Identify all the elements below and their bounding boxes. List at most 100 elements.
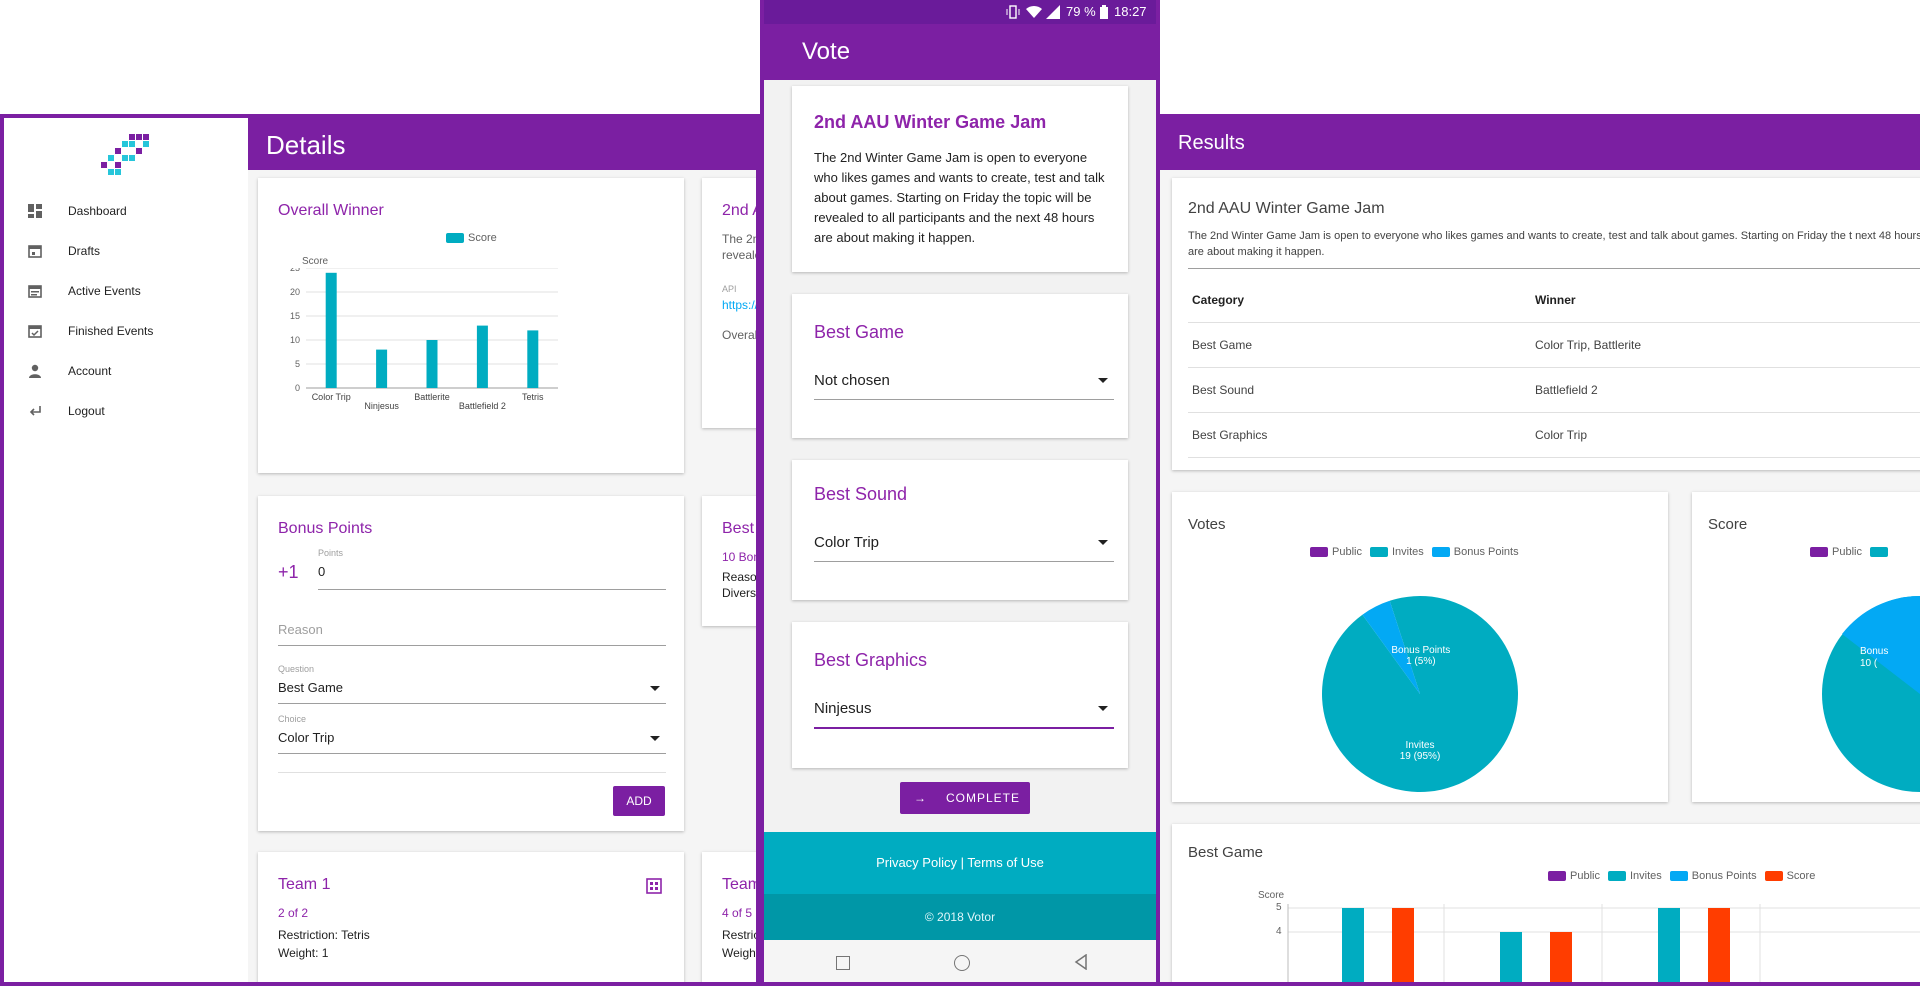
- bar[interactable]: [325, 272, 337, 388]
- card-title: Votes: [1188, 516, 1226, 533]
- results-header: Results: [1156, 118, 1920, 170]
- vote-select[interactable]: Color Trip: [814, 534, 1114, 562]
- bar[interactable]: [527, 330, 539, 388]
- vote-select[interactable]: Ninjesus: [814, 700, 1114, 729]
- team-weight: Weight: 1: [278, 946, 329, 960]
- api-link[interactable]: https://: [722, 298, 756, 312]
- question-card-best-graphics: Best Graphics Ninjesus: [792, 622, 1128, 768]
- grid-icon[interactable]: [646, 878, 662, 899]
- bar: [1658, 908, 1680, 982]
- score-pie-chart: [1822, 595, 1920, 792]
- nav-label: Logout: [68, 404, 105, 418]
- y-axis-label: Score: [302, 256, 329, 267]
- bar: [1500, 932, 1522, 982]
- y-tick-label: 15: [290, 311, 300, 321]
- complete-label: COMPLETE: [946, 791, 1021, 805]
- y-tick-label: 20: [290, 287, 300, 297]
- points-input[interactable]: 0: [318, 564, 666, 590]
- pie-data-label: 10 (: [1860, 658, 1878, 669]
- bar[interactable]: [476, 325, 488, 388]
- details-header: Details: [248, 118, 756, 170]
- selected-value: Ninjesus: [814, 700, 872, 717]
- bar: [1550, 932, 1572, 982]
- table-header-row: Category Winner: [1188, 278, 1920, 323]
- android-nav-bar: [764, 940, 1156, 982]
- event-description: The 2nd Winter Game Jam is open to every…: [1188, 230, 1920, 258]
- legend-swatch-public: [1310, 547, 1328, 557]
- pie-data-label: 19 (95%): [1400, 751, 1441, 762]
- legend-label: Score: [1786, 870, 1816, 882]
- calendar-check-icon: [26, 322, 44, 340]
- reason-line: Reason:: [722, 570, 757, 584]
- event-info-card: 2nd A The 2nd revealed API https:// Over…: [702, 178, 760, 428]
- best-game-bar-chart: [1287, 904, 1920, 982]
- nav-finished-events[interactable]: Finished Events: [26, 322, 153, 340]
- nav-active-events[interactable]: Active Events: [26, 282, 141, 300]
- bar[interactable]: [376, 349, 388, 388]
- team-restriction: Restricti: [722, 928, 760, 942]
- legend-swatch: [446, 233, 464, 243]
- dropdown-arrow-icon: [1098, 540, 1108, 545]
- column-header: Category: [1188, 278, 1531, 323]
- legend-swatch-public: [1548, 871, 1566, 881]
- arrow-right-icon: →: [914, 791, 927, 805]
- column-header: Winner: [1531, 278, 1920, 323]
- dashboard-icon: [26, 202, 44, 220]
- add-button[interactable]: ADD: [613, 786, 665, 816]
- dropdown-arrow-icon: [650, 686, 660, 691]
- nav-label: Dashboard: [68, 204, 127, 218]
- event-description: The 2nd Winter Game Jam is open to every…: [814, 150, 1105, 245]
- nav-label: Active Events: [68, 284, 141, 298]
- results-window: Results 2nd AAU Winter Game Jam The 2nd …: [1156, 114, 1920, 986]
- battery-icon: [1100, 5, 1108, 22]
- wifi-icon: [1026, 5, 1042, 22]
- nav-logout[interactable]: Logout: [26, 402, 105, 420]
- table-cell: Color Trip: [1531, 412, 1920, 458]
- chart-legend: Public: [1802, 546, 1892, 558]
- bar: [1342, 908, 1364, 982]
- complete-button[interactable]: → COMPLETE: [900, 782, 1030, 814]
- calendar-icon: [26, 242, 44, 260]
- person-icon: [26, 362, 44, 380]
- home-icon[interactable]: [954, 955, 970, 971]
- x-tick-label: Battlerite: [414, 392, 450, 402]
- legend-label: Public: [1832, 546, 1862, 558]
- overall-text: Overall: [722, 328, 760, 342]
- nav-label: Account: [68, 364, 112, 378]
- vote-select[interactable]: Not chosen: [814, 372, 1114, 400]
- card-title: 2nd A: [722, 202, 760, 219]
- clock: 18:27: [1114, 4, 1147, 19]
- points-value: 0: [318, 564, 326, 579]
- sidebar: Dashboard Drafts Active Events Finished …: [4, 118, 248, 982]
- question-select[interactable]: Best Game: [278, 680, 666, 704]
- table-cell: Best Game: [1188, 322, 1531, 368]
- table-row: Best Game Color Trip, Battlerite: [1188, 322, 1920, 368]
- nav-account[interactable]: Account: [26, 362, 111, 380]
- table-cell: Battlefield 2: [1531, 367, 1920, 413]
- legend-swatch-invites: [1607, 871, 1626, 881]
- bar[interactable]: [426, 340, 438, 388]
- legend-label: Public: [1332, 546, 1362, 558]
- selected-value: Color Trip: [814, 534, 880, 551]
- back-icon[interactable]: [1074, 953, 1088, 975]
- recent-apps-icon[interactable]: [836, 956, 850, 970]
- nav-drafts[interactable]: Drafts: [26, 242, 100, 260]
- legend-swatch-bonus: [1431, 547, 1450, 557]
- plus-one-label: +1: [278, 562, 299, 582]
- legend-label: Bonus Points: [1691, 870, 1757, 882]
- card-title: Bonus Points: [278, 520, 373, 537]
- copyright: © 2018 Votor: [924, 910, 996, 924]
- card-title: Overall Winner: [278, 202, 384, 219]
- choice-select[interactable]: Color Trip: [278, 730, 666, 754]
- reason-input[interactable]: Reason: [278, 622, 666, 646]
- y-tick-label: 0: [295, 383, 300, 393]
- legend-label: Invites: [1629, 870, 1662, 882]
- card-title: Best G: [722, 520, 756, 537]
- x-tick-label: Ninjesus: [364, 401, 399, 411]
- nav-dashboard[interactable]: Dashboard: [26, 202, 127, 220]
- best-game-chart-card: Best Game Public Invites Bonus Points Sc…: [1172, 824, 1920, 982]
- pie-data-label: Bonus: [1860, 646, 1889, 657]
- page-title: Vote: [802, 38, 851, 65]
- details-window: Dashboard Drafts Active Events Finished …: [0, 114, 760, 986]
- footer-links[interactable]: Privacy Policy | Terms of Use: [876, 855, 1044, 870]
